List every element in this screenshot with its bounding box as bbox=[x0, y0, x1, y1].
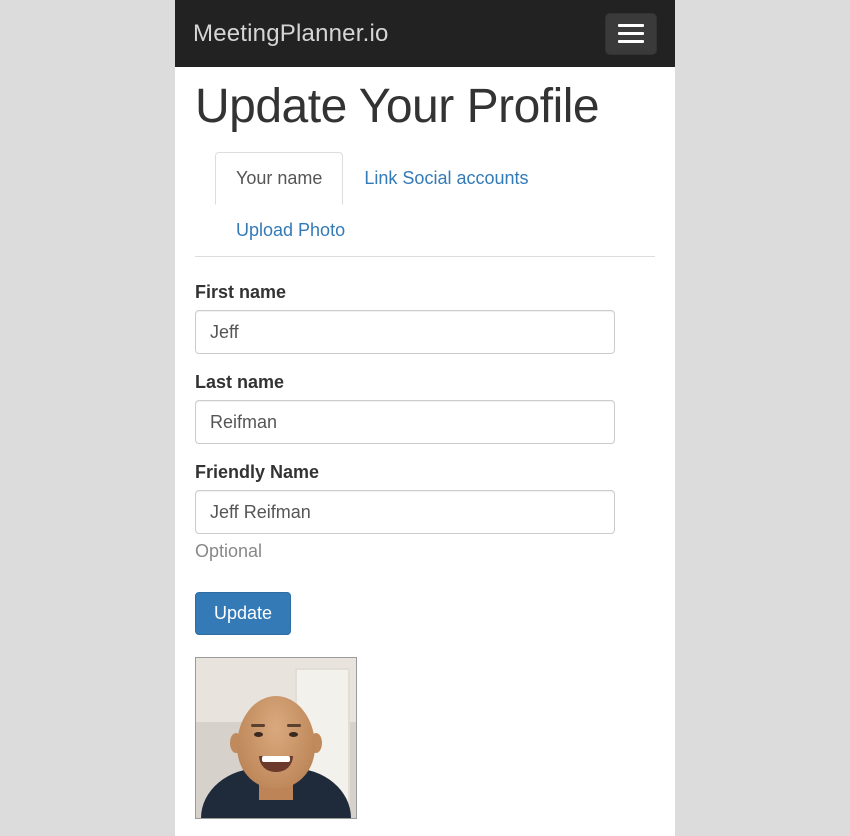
content: Update Your Profile Your name Link Socia… bbox=[175, 79, 675, 836]
brand[interactable]: MeetingPlanner.io bbox=[193, 20, 389, 48]
profile-photo bbox=[195, 657, 357, 819]
page-title: Update Your Profile bbox=[195, 79, 655, 134]
tab-your-name[interactable]: Your name bbox=[215, 152, 343, 205]
form-group-first-name: First name bbox=[195, 282, 655, 354]
tab-upload-photo[interactable]: Upload Photo bbox=[215, 204, 366, 257]
friendly-name-label: Friendly Name bbox=[195, 462, 655, 483]
tab-link-social-accounts[interactable]: Link Social accounts bbox=[343, 152, 549, 205]
menu-toggle-button[interactable] bbox=[605, 13, 657, 55]
friendly-name-input[interactable] bbox=[195, 490, 615, 534]
last-name-input[interactable] bbox=[195, 400, 615, 444]
update-button[interactable]: Update bbox=[195, 592, 291, 635]
form-group-last-name: Last name bbox=[195, 372, 655, 444]
navbar: MeetingPlanner.io bbox=[175, 0, 675, 67]
hamburger-icon bbox=[618, 24, 644, 27]
form-group-friendly-name: Friendly Name Optional bbox=[195, 462, 655, 562]
tabs: Your name Link Social accounts Upload Ph… bbox=[195, 152, 655, 257]
friendly-name-help: Optional bbox=[195, 541, 655, 562]
first-name-input[interactable] bbox=[195, 310, 615, 354]
last-name-label: Last name bbox=[195, 372, 655, 393]
first-name-label: First name bbox=[195, 282, 655, 303]
